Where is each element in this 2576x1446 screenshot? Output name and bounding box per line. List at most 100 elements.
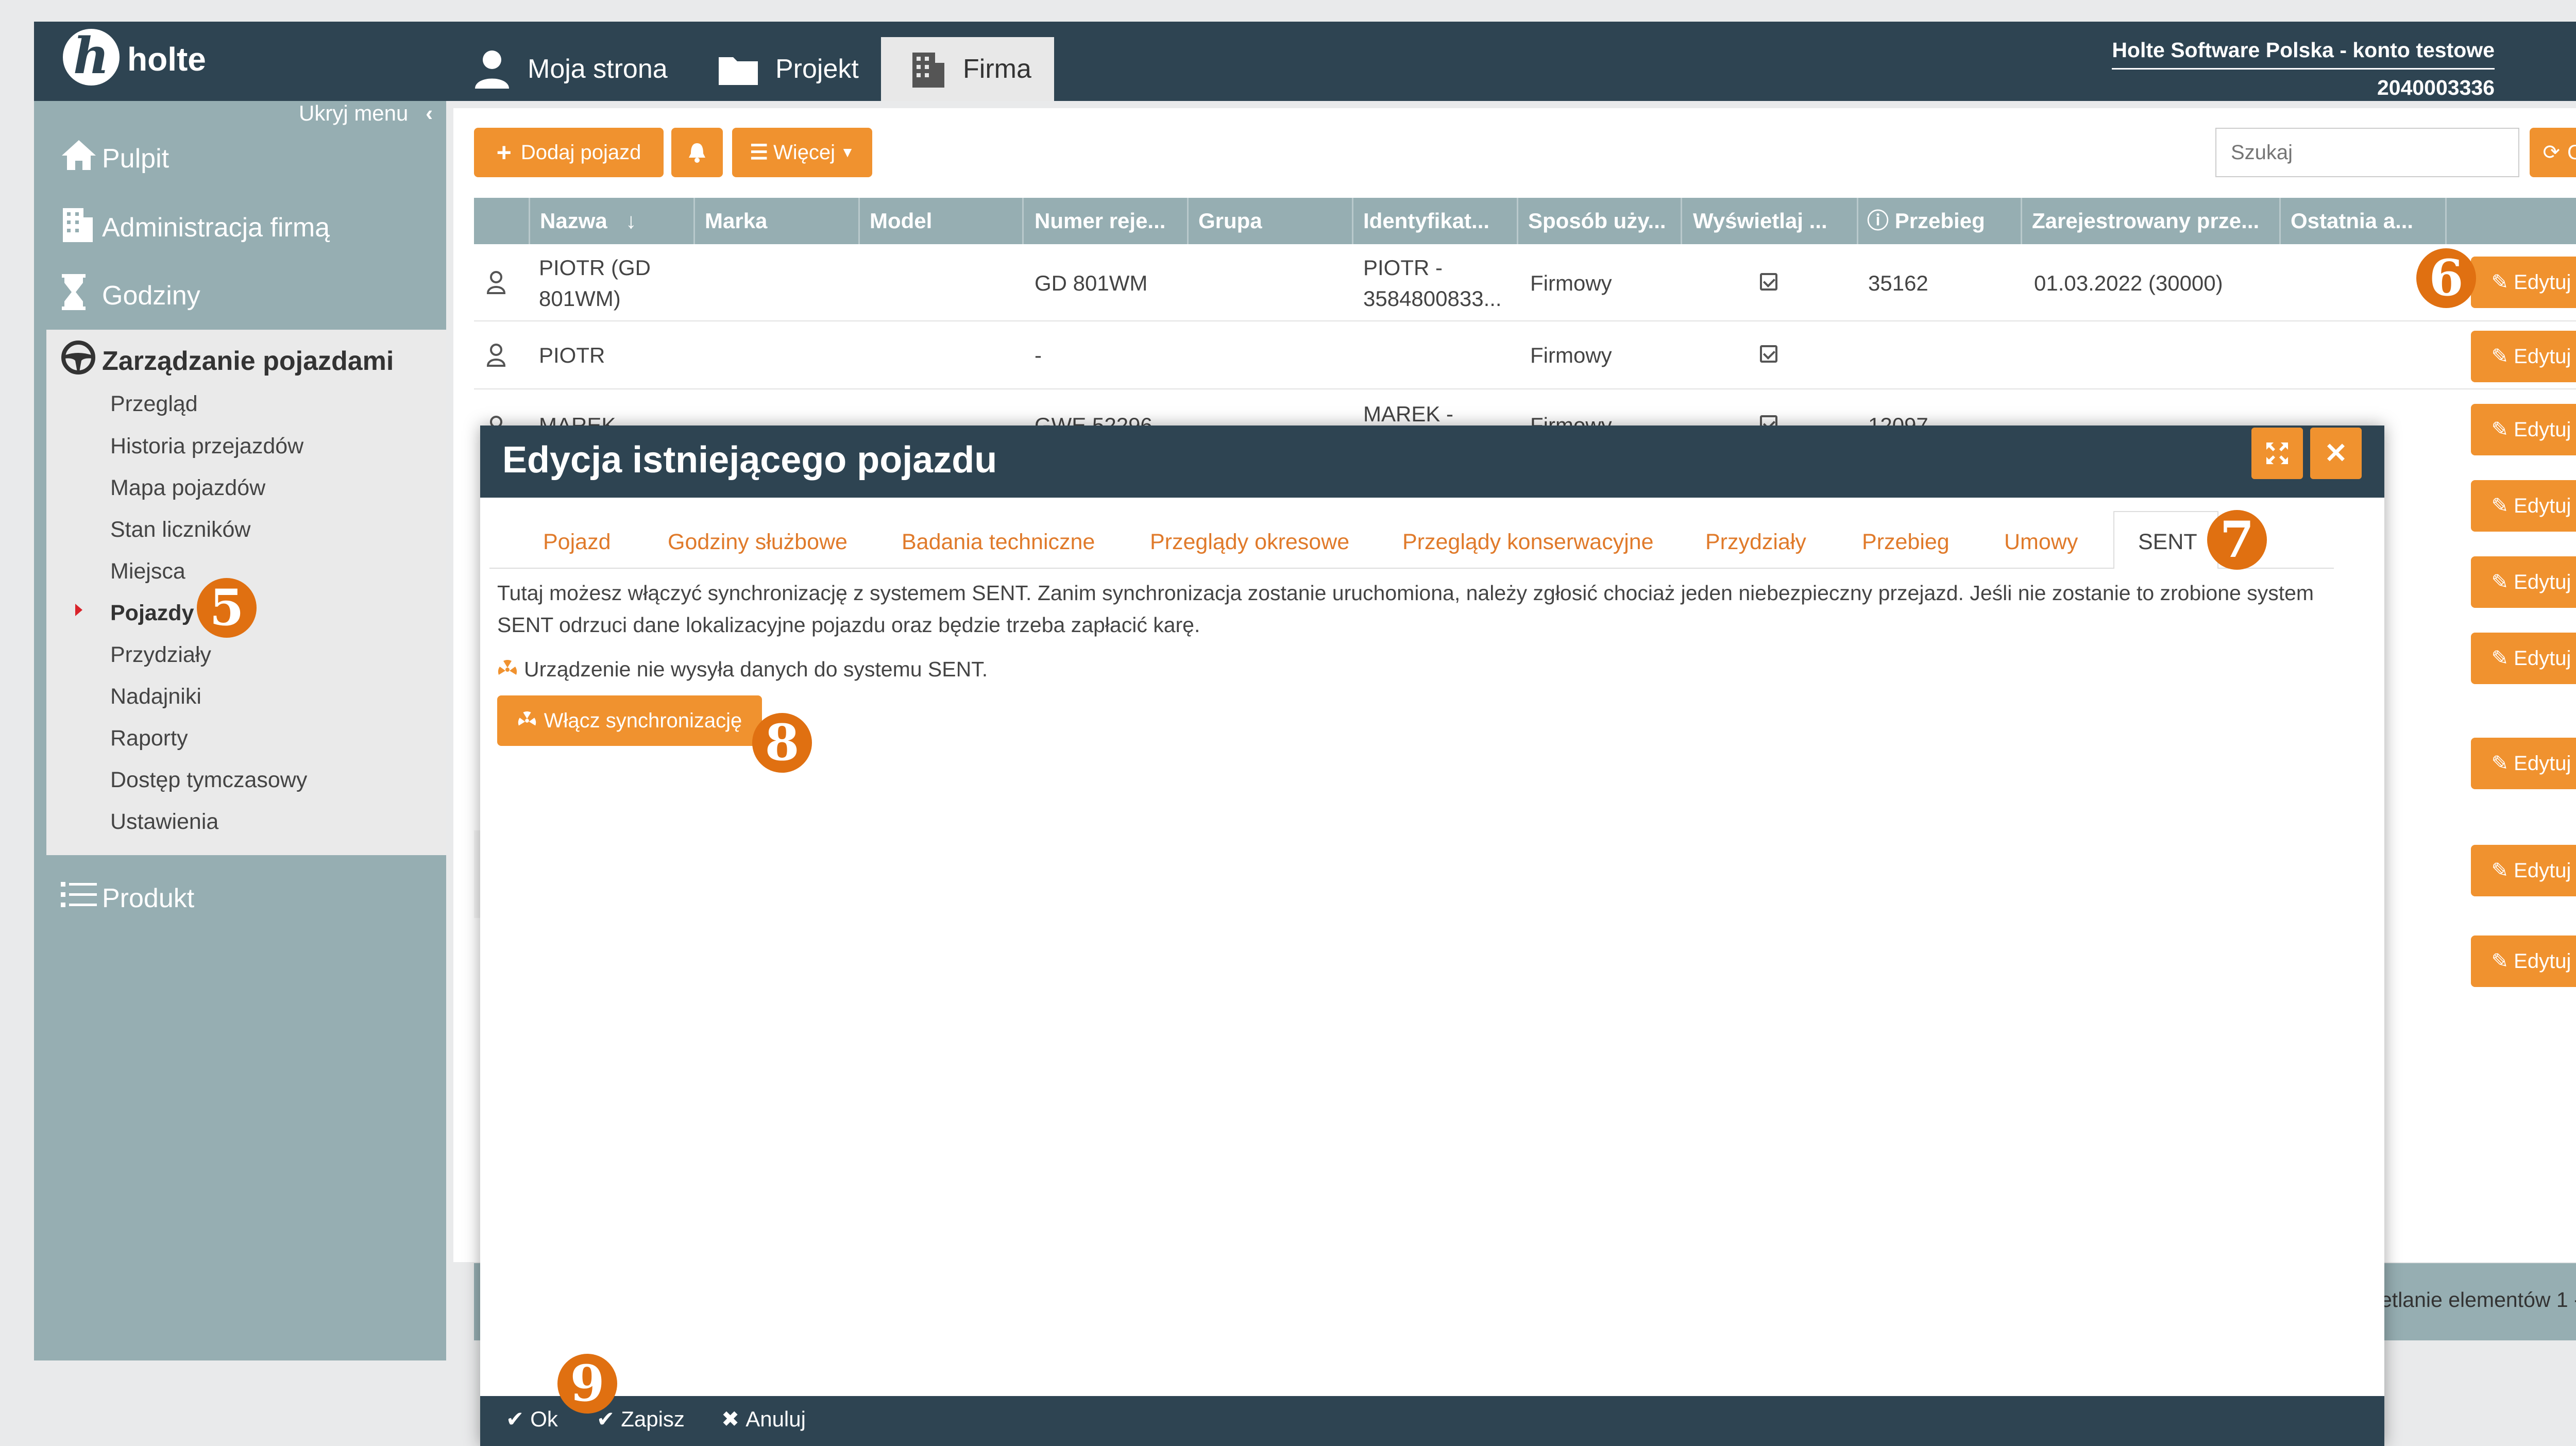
edit-label: Edytuj [2514, 647, 2571, 670]
edit-button[interactable]: ✎Edytuj▼ [2471, 633, 2576, 684]
tab-umowy[interactable]: Umowy [2004, 525, 2078, 558]
tab-przeglady-konserwacyjne[interactable]: Przeglądy konserwacyjne [1402, 525, 1654, 558]
tab-sent[interactable]: SENT [2138, 525, 2197, 558]
sent-status-text: Urządzenie nie wysyła danych do systemu … [524, 657, 988, 681]
radiation-icon [518, 711, 536, 726]
hide-menu-button[interactable]: Ukryj menu ‹ [299, 101, 433, 126]
column-header-numer[interactable]: Numer reje... [1035, 198, 1179, 244]
column-divider [529, 198, 530, 244]
sidebar-item-pojazdy[interactable]: Pojazdy [110, 601, 194, 626]
tab-godziny-sluzbowe[interactable]: Godziny służbowe [668, 525, 848, 558]
person-icon [486, 270, 506, 297]
tab-label: Firma [963, 54, 1031, 84]
plus-icon: + [496, 138, 512, 167]
sidebar-item-label: Administracja firmą [102, 212, 330, 243]
column-header-model[interactable]: Model [870, 198, 1019, 244]
display-checkbox[interactable] [1760, 345, 1777, 365]
company-name: Holte Software Polska - konto testowe [2112, 32, 2495, 70]
edit-label: Edytuj [2514, 752, 2571, 775]
active-marker-icon [75, 604, 82, 616]
table-row[interactable] [474, 244, 2576, 321]
edit-button[interactable]: ✎Edytuj▼ [2471, 845, 2576, 896]
tab-pojazd[interactable]: Pojazd [543, 525, 611, 558]
tab-strip-line [489, 568, 2334, 569]
sidebar-item-przeglad[interactable]: Przegląd [110, 392, 198, 417]
company-info[interactable]: Holte Software Polska - konto testowe 20… [2112, 32, 2495, 106]
add-vehicle-button[interactable]: + Dodaj pojazd [474, 128, 664, 177]
tab-przeglady-okresowe[interactable]: Przeglądy okresowe [1150, 525, 1349, 558]
close-button[interactable]: ✕ [2310, 428, 2362, 479]
search-input[interactable] [2215, 128, 2519, 177]
sidebar-item-liczniki[interactable]: Stan liczników [110, 517, 250, 542]
edit-button[interactable]: ✎Edytuj▼ [2471, 935, 2576, 987]
column-header-marka[interactable]: Marka [705, 198, 854, 244]
edit-icon: ✎ [2491, 859, 2509, 882]
sidebar-item-przydzialy[interactable]: Przydziały [110, 642, 211, 668]
edit-button[interactable]: ✎Edytuj▼ [2471, 257, 2576, 308]
sidebar-item-label: Godziny [102, 280, 200, 311]
sidebar-item-miejsca[interactable]: Miejsca [110, 559, 185, 584]
tab-przebieg[interactable]: Przebieg [1862, 525, 1950, 558]
close-icon: ✕ [2324, 438, 2348, 469]
ok-button[interactable]: ✔ Ok [506, 1406, 558, 1432]
sidebar-item-historia[interactable]: Historia przejazdów [110, 434, 303, 459]
holte-logo-icon[interactable]: h [63, 29, 120, 86]
chevron-left-icon: ‹ [426, 101, 433, 125]
sidebar-item-produkt[interactable]: Produkt [61, 881, 194, 915]
column-header-grupa[interactable]: Grupa [1198, 198, 1348, 244]
save-button[interactable]: ✔ Zapisz [597, 1406, 685, 1432]
cell-name: PIOTR (GD 801WM) [539, 252, 651, 314]
refresh-button[interactable]: ⟳ Odśwież [2530, 128, 2576, 177]
steering-wheel-icon [61, 340, 102, 382]
column-divider [2279, 198, 2281, 244]
sidebar-item-ustawienia[interactable]: Ustawienia [110, 809, 218, 835]
table-row[interactable] [474, 321, 2576, 389]
sidebar-item-nadajniki[interactable]: Nadajniki [110, 684, 201, 709]
sent-status-line: Urządzenie nie wysyła danych do systemu … [497, 657, 988, 682]
times-icon: ✖ [721, 1407, 740, 1431]
edit-label: Edytuj [2514, 418, 2571, 441]
sidebar-item-pulpit[interactable]: Pulpit [61, 139, 169, 178]
display-checkbox[interactable] [1760, 273, 1777, 293]
cancel-button[interactable]: ✖ Anuluj [721, 1406, 806, 1432]
sidebar-item-mapa[interactable]: Mapa pojazdów [110, 475, 265, 501]
person-icon [486, 343, 506, 369]
tab-moja-strona[interactable]: Moja strona [474, 37, 668, 101]
tab-przydzialy[interactable]: Przydziały [1705, 525, 1806, 558]
tab-badania-techniczne[interactable]: Badania techniczne [902, 525, 1095, 558]
column-header-zarejestrowany[interactable]: Zarejestrowany prze... [2032, 198, 2284, 244]
edit-button[interactable]: ✎Edytuj▼ [2471, 556, 2576, 608]
tab-firma[interactable]: Firma [881, 37, 1054, 101]
tab-projekt[interactable]: Projekt [719, 37, 859, 101]
sidebar-item-administracja[interactable]: Administracja firmą [61, 206, 330, 249]
user-icon [475, 50, 509, 89]
cell-registered: 01.03.2022 (30000) [2034, 271, 2223, 295]
info-icon: ⓘ [1867, 209, 1889, 233]
column-header-nazwa[interactable]: Nazwa ↓ [540, 198, 694, 244]
sidebar-item-label: Pulpit [102, 143, 170, 174]
edit-button[interactable]: ✎Edytuj▼ [2471, 404, 2576, 455]
radiation-icon [498, 659, 517, 675]
edit-button[interactable]: ✎Edytuj▼ [2471, 738, 2576, 789]
edit-icon: ✎ [2491, 418, 2509, 441]
maximize-button[interactable] [2251, 428, 2303, 479]
save-label: Zapisz [621, 1406, 685, 1431]
cancel-label: Anuluj [745, 1406, 806, 1431]
column-header-identyfikator[interactable]: Identyfikat... [1363, 198, 1507, 244]
enable-sync-button[interactable]: Włącz synchronizację [497, 695, 762, 746]
more-dropdown-button[interactable]: ☰ Więcej ▼ [732, 128, 872, 177]
callout-badge: 8 [752, 713, 812, 773]
column-header-sposob[interactable]: Sposób uży... [1528, 198, 1677, 244]
sidebar-item-raporty[interactable]: Raporty [110, 726, 188, 751]
cell-name: PIOTR [539, 343, 605, 367]
notifications-button[interactable] [671, 128, 723, 177]
sidebar-item-godziny[interactable]: Godziny [61, 274, 200, 317]
sidebar-section-vehicles[interactable]: Zarządzanie pojazdami [61, 340, 394, 382]
edit-button[interactable]: ✎Edytuj▼ [2471, 331, 2576, 382]
column-header-przebieg[interactable]: ⓘ Przebieg [1867, 198, 2016, 244]
edit-button[interactable]: ✎Edytuj▼ [2471, 480, 2576, 532]
column-header-ostatnia[interactable]: Ostatnia a... [2291, 198, 2445, 244]
sidebar-item-dostep[interactable]: Dostęp tymczasowy [110, 768, 307, 793]
column-header-wyswietlaj[interactable]: Wyświetlaj ... [1693, 198, 1842, 244]
cell-mileage: 35162 [1868, 271, 1928, 295]
